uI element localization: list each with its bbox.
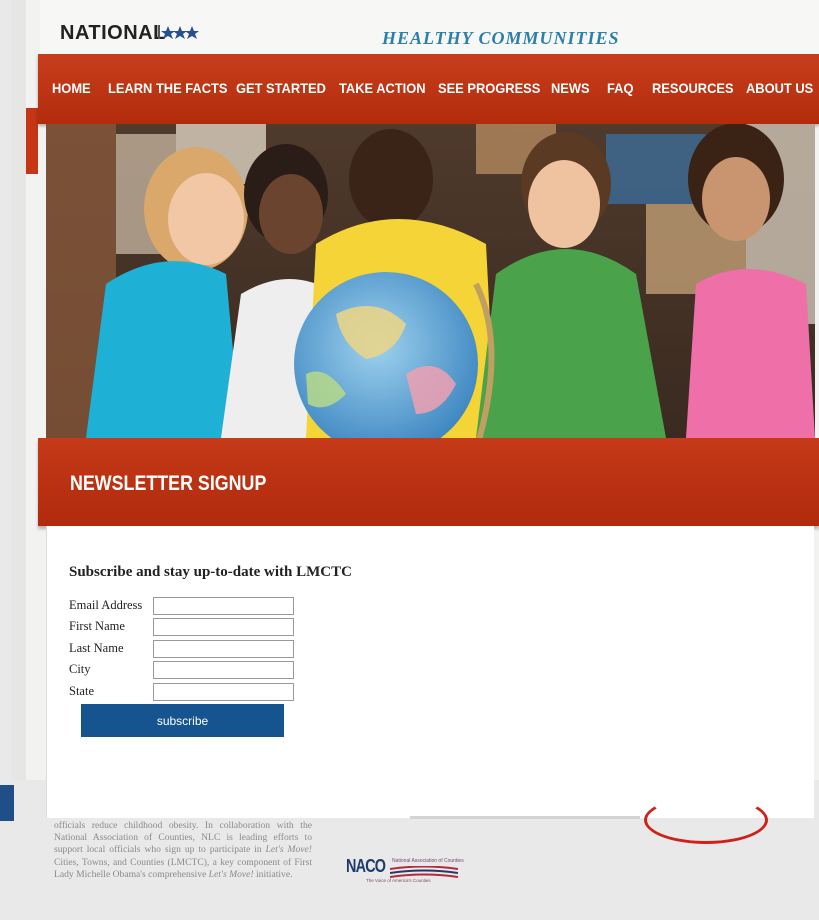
nav-item-faq[interactable]: FAQ bbox=[607, 80, 633, 96]
city-label: City bbox=[69, 662, 91, 676]
nav-item-news[interactable]: NEWS bbox=[551, 80, 590, 96]
lets-move-link-2[interactable]: Let's Move! bbox=[209, 869, 254, 880]
nav-item-about-us[interactable]: ABOUT US bbox=[746, 80, 813, 96]
red-highlight-oval bbox=[644, 796, 768, 844]
naco-flag-stripes-icon bbox=[390, 866, 458, 878]
subscribe-button[interactable]: subscribe bbox=[81, 704, 284, 737]
newsletter-title: NEWSLETTER SIGNUP bbox=[70, 472, 267, 495]
nav-item-home[interactable]: HOME bbox=[52, 80, 91, 96]
main-nav: HOME LEARN THE FACTS GET STARTED TAKE AC… bbox=[38, 54, 819, 124]
background-left-strip bbox=[12, 0, 26, 780]
email-field[interactable] bbox=[153, 597, 294, 615]
state-label: State bbox=[69, 684, 94, 698]
nav-item-resources[interactable]: RESOURCES bbox=[652, 80, 734, 96]
newsletter-form: Subscribe and stay up-to-date with LMCTC… bbox=[46, 526, 814, 818]
first-name-label: First Name bbox=[69, 619, 125, 633]
nav-item-learn-the-facts[interactable]: LEARN THE FACTS bbox=[108, 80, 227, 96]
nav-item-get-started[interactable]: GET STARTED bbox=[236, 80, 326, 96]
lets-move-link-1[interactable]: Let's Move! bbox=[266, 844, 312, 855]
site-logo-text[interactable]: NATIONAL bbox=[60, 22, 166, 45]
logo-stars-icon bbox=[158, 25, 199, 39]
faded-divider bbox=[410, 816, 640, 819]
naco-logo-subtext: National Association of Counties bbox=[392, 858, 464, 864]
hero-illustration bbox=[46, 124, 815, 438]
nav-item-take-action[interactable]: TAKE ACTION bbox=[339, 80, 426, 96]
naco-logo-letters: NACO bbox=[346, 856, 386, 876]
hero-image bbox=[46, 124, 815, 438]
newsletter-banner: NEWSLETTER SIGNUP bbox=[38, 438, 819, 526]
last-name-label: Last Name bbox=[69, 641, 124, 655]
site-tagline: HEALTHY COMMUNITIES bbox=[382, 28, 620, 48]
nav-item-see-progress[interactable]: SEE PROGRESS bbox=[438, 80, 540, 96]
footer-text-part-3: initiative. bbox=[253, 868, 293, 880]
state-field[interactable] bbox=[153, 683, 294, 701]
naco-logo[interactable]: NACO National Association of Counties Th… bbox=[346, 854, 468, 886]
first-name-field[interactable] bbox=[153, 618, 294, 636]
city-field[interactable] bbox=[153, 661, 294, 679]
last-name-field[interactable] bbox=[153, 640, 294, 658]
footer-description: officials reduce childhood obesity. In c… bbox=[54, 820, 312, 881]
background-blue-tab bbox=[0, 785, 14, 821]
email-label: Email Address bbox=[69, 598, 143, 612]
naco-logo-tagline: The Voice of America's Counties bbox=[366, 878, 431, 883]
background-red-tab bbox=[26, 108, 38, 174]
form-heading: Subscribe and stay up-to-date with LMCTC bbox=[69, 564, 352, 580]
site-header: NATIONAL HEALTHY COMMUNITIES bbox=[40, 0, 819, 54]
